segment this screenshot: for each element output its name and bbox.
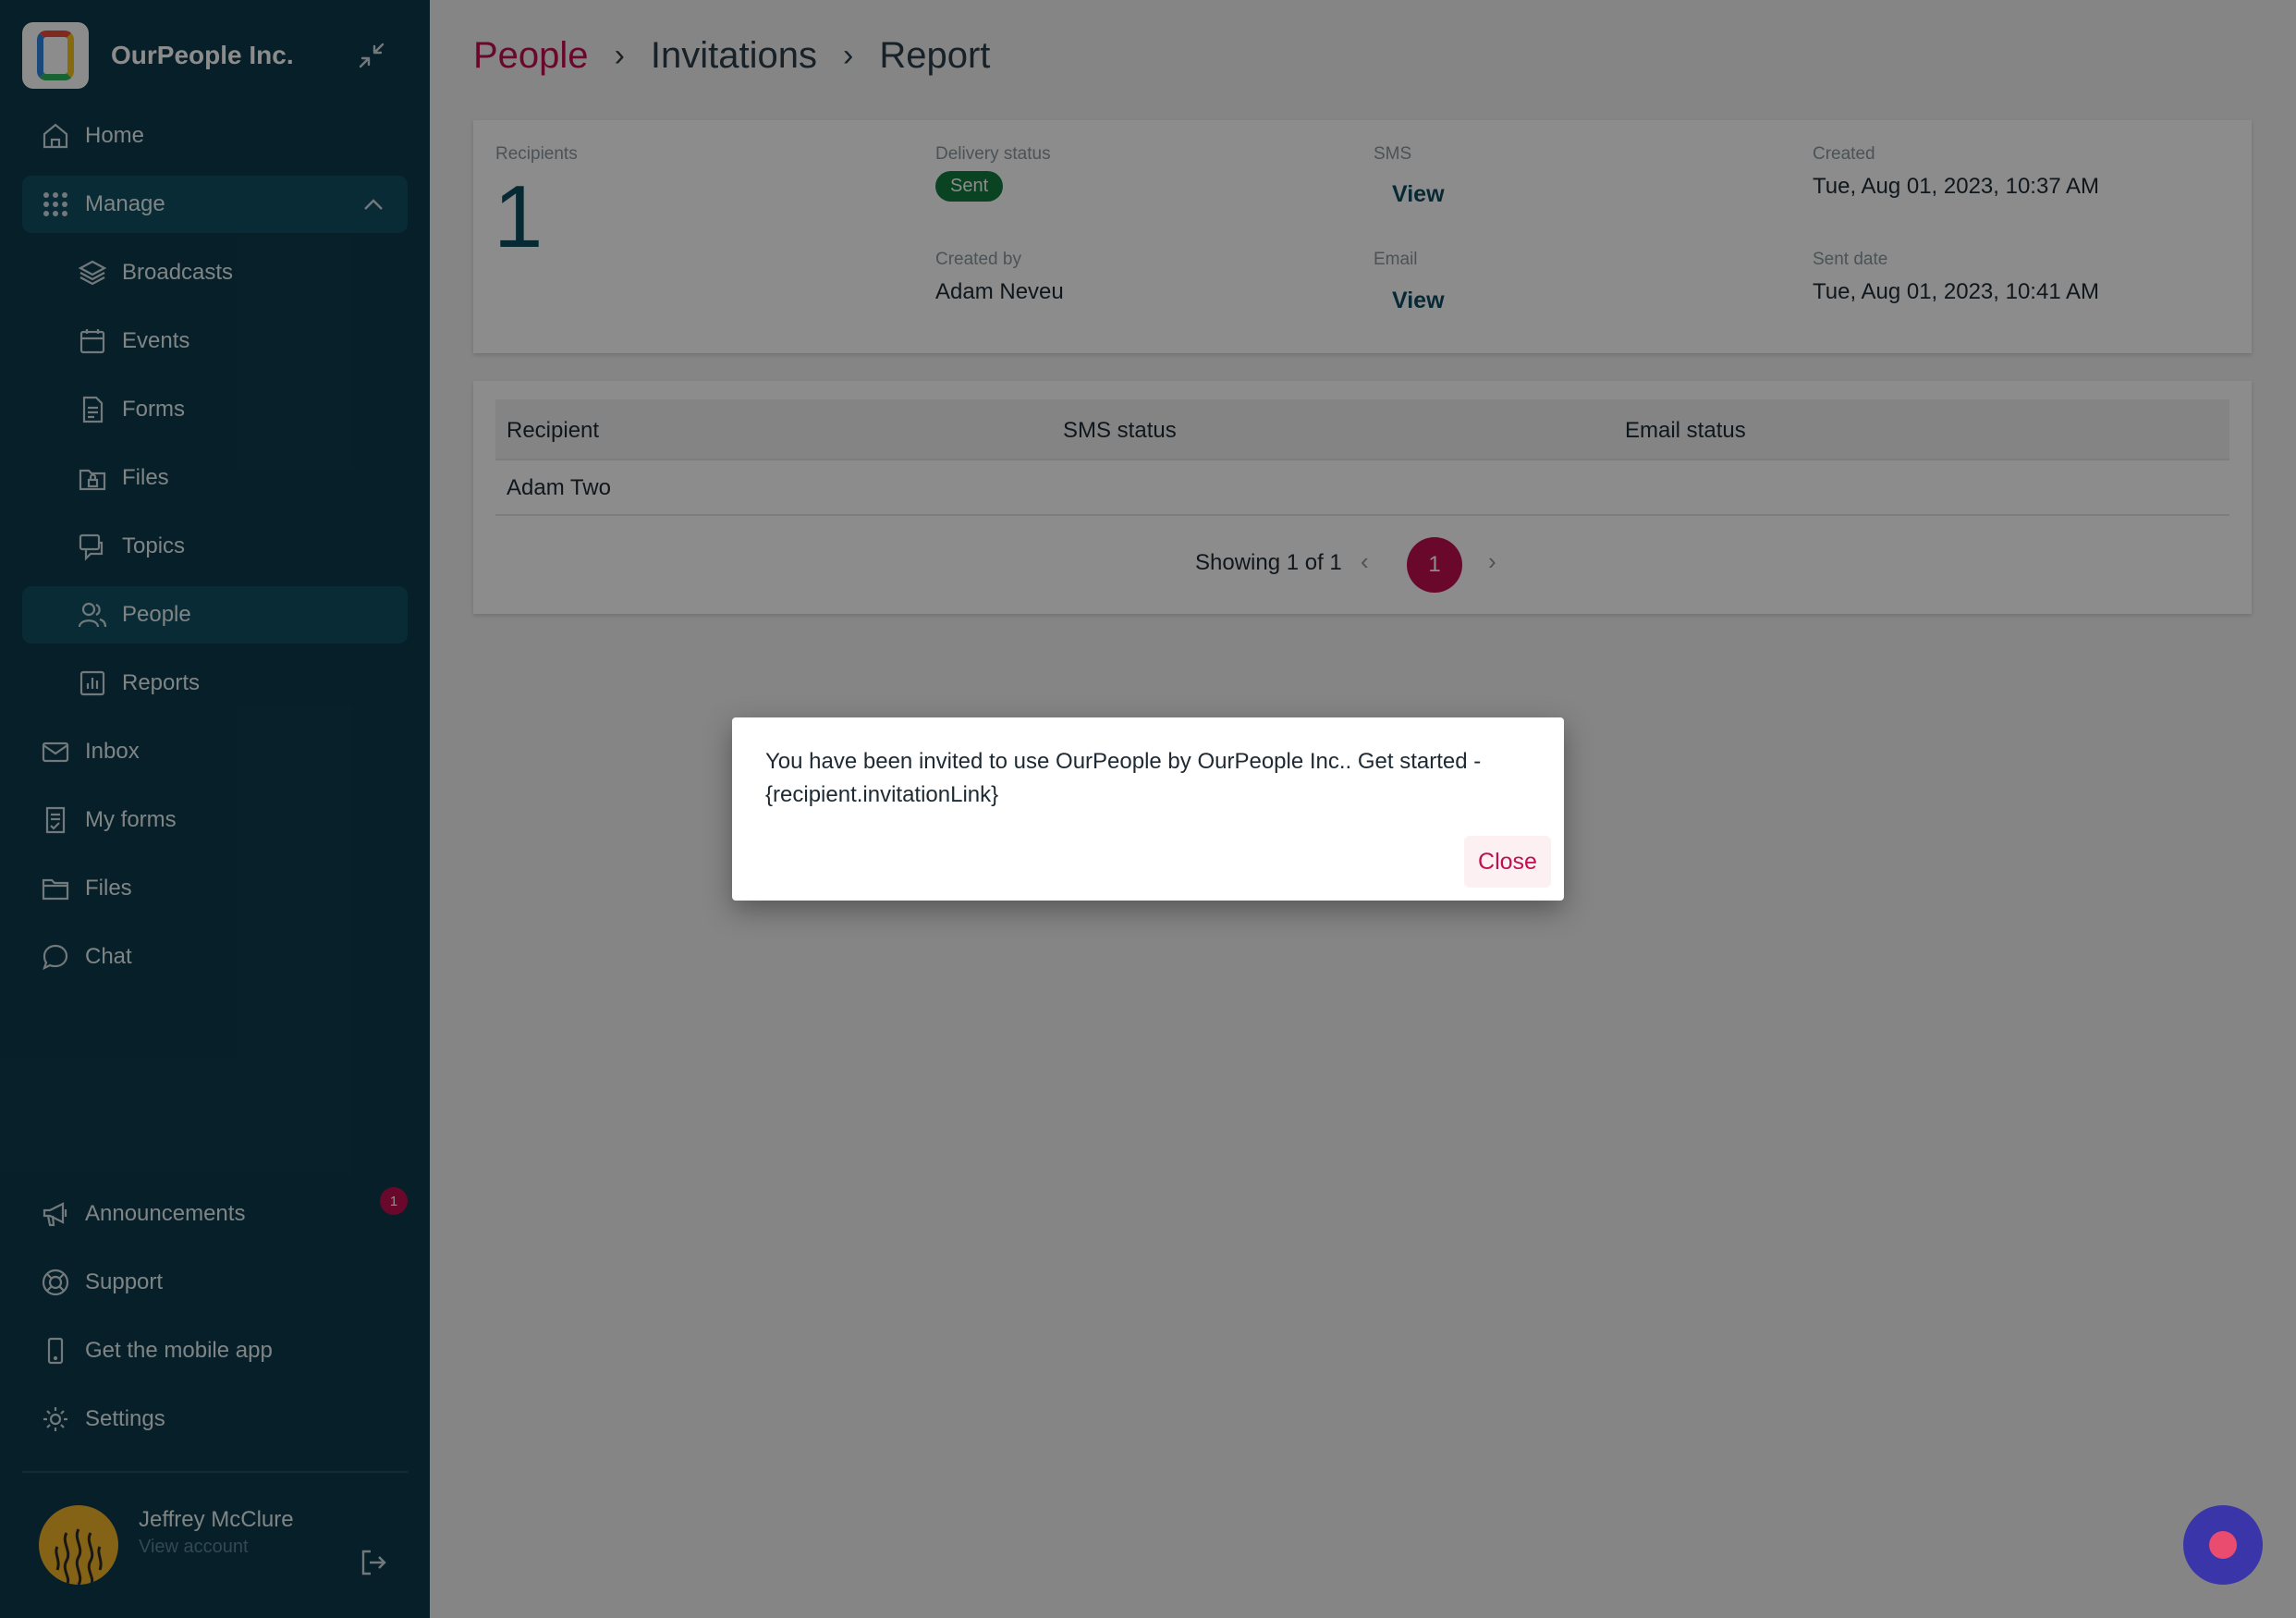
message-text: You have been invited to use OurPeople b… xyxy=(765,749,1482,807)
close-button[interactable]: Close xyxy=(1464,836,1551,888)
record-dot-icon xyxy=(2209,1531,2237,1559)
message-dialog: You have been invited to use OurPeople b… xyxy=(732,717,1564,901)
help-chat-button[interactable] xyxy=(2183,1505,2263,1585)
